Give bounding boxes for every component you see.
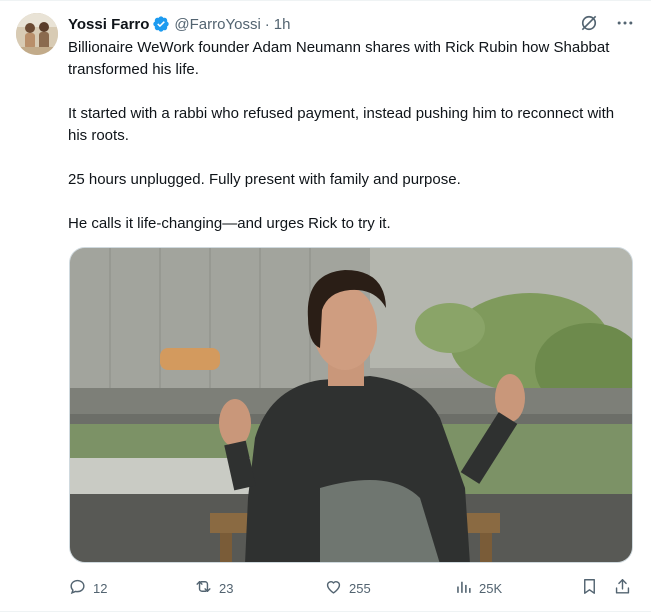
more-icon[interactable] [613, 11, 637, 35]
tweet-paragraph: 25 hours unplugged. Fully present with f… [68, 171, 461, 188]
share-icon [613, 577, 632, 599]
reply-icon [68, 577, 87, 599]
timestamp[interactable]: 1h [274, 16, 291, 33]
verified-badge-icon [152, 15, 170, 33]
tweet[interactable]: Yossi Farro @FarroYossi · 1h Billionaire… [0, 0, 651, 612]
like-count: 255 [349, 580, 371, 596]
tweet-header: Yossi Farro @FarroYossi · 1h [68, 13, 290, 35]
author-name[interactable]: Yossi Farro [68, 16, 149, 33]
bookmark-icon [580, 577, 599, 599]
repost-button[interactable]: 23 [194, 573, 233, 603]
tweet-paragraph: It started with a rabbi who refused paym… [68, 105, 615, 144]
tweet-text: Billionaire WeWork founder Adam Neumann … [68, 37, 628, 235]
tweet-paragraph: He calls it life-changing—and urges Rick… [68, 215, 391, 232]
bookmark-button[interactable] [580, 573, 599, 603]
views-button[interactable]: 25K [454, 573, 502, 603]
reply-button[interactable]: 12 [68, 573, 107, 603]
avatar[interactable] [16, 13, 58, 55]
views-icon [454, 577, 473, 599]
share-button[interactable] [613, 573, 632, 603]
grok-icon[interactable] [577, 11, 601, 35]
separator-dot: · [264, 15, 270, 33]
repost-count: 23 [219, 580, 234, 596]
like-button[interactable]: 255 [324, 573, 371, 603]
reply-count: 12 [93, 580, 108, 596]
video-thumbnail[interactable] [69, 247, 633, 563]
author-handle[interactable]: @FarroYossi [174, 16, 260, 33]
top-actions [577, 11, 637, 35]
action-bar: 12 23 255 25K [68, 573, 634, 603]
tweet-paragraph: Billionaire WeWork founder Adam Neumann … [68, 39, 610, 78]
repost-icon [194, 577, 213, 599]
views-count: 25K [479, 580, 503, 596]
like-icon [324, 577, 343, 599]
